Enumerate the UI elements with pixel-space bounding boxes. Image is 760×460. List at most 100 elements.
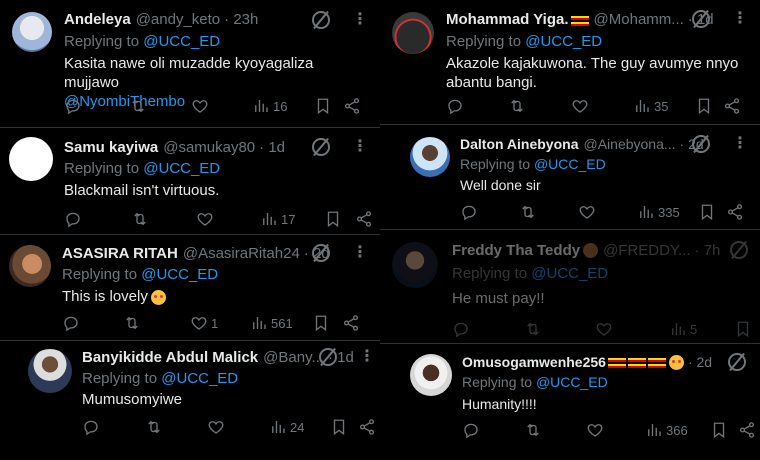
reply-tweet-mohammad-yiga[interactable]: Mohammad Yiga. @Mohamm... · 1d ⋮ Replyin… <box>380 0 760 124</box>
bookmark-button[interactable] <box>312 313 330 333</box>
share-button[interactable] <box>723 96 741 116</box>
share-button[interactable] <box>355 209 373 229</box>
replying-to-link[interactable]: @UCC_ED <box>536 374 608 390</box>
replying-to-link[interactable]: @UCC_ED <box>534 156 606 172</box>
author-handle[interactable]: @samukay80 <box>163 139 255 156</box>
replying-to-link[interactable]: @UCC_ED <box>143 160 220 177</box>
views-button[interactable]: 16 <box>252 96 287 116</box>
author-name[interactable]: Banyikidde Abdul Malick <box>82 349 258 366</box>
reply-tweet-omusogamwenhe256[interactable]: Omusogamwenhe256 · 2d Replying to @UCC_E… <box>398 344 760 460</box>
timestamp[interactable]: · 1d <box>259 139 285 156</box>
like-button[interactable] <box>595 319 616 339</box>
reply-tweet-asasira-ritah[interactable]: ASASIRA RITAH @AsasiraRitah24 · 2d ⋮ Rep… <box>0 235 380 340</box>
share-button[interactable] <box>343 96 361 116</box>
author-name[interactable]: Freddy Tha Teddy <box>452 242 580 259</box>
timestamp[interactable]: · 23h <box>224 11 258 28</box>
author-name[interactable]: Dalton Ainebyona <box>460 136 579 152</box>
like-button[interactable] <box>578 202 599 222</box>
reply-button[interactable] <box>460 202 481 222</box>
replying-to-link[interactable]: @UCC_ED <box>525 33 602 50</box>
grok-icon[interactable] <box>319 348 337 366</box>
bookmark-button[interactable] <box>314 96 332 116</box>
author-name[interactable]: Samu kayiwa <box>64 139 158 156</box>
like-button[interactable] <box>207 417 228 437</box>
views-button[interactable]: 335 <box>637 202 680 222</box>
share-button[interactable] <box>342 313 360 333</box>
reply-button[interactable] <box>82 417 103 437</box>
retweet-button[interactable] <box>145 417 166 437</box>
more-icon[interactable]: ⋮ <box>732 136 748 152</box>
avatar[interactable] <box>9 245 51 287</box>
author-name[interactable]: Omusogamwenhe256 <box>462 354 606 370</box>
reply-button[interactable] <box>64 96 85 116</box>
reply-tweet-dalton-ainebyona[interactable]: Dalton Ainebyona @Ainebyona... · 2d ⋮ Re… <box>398 125 760 229</box>
grok-icon[interactable] <box>312 11 330 29</box>
reply-button[interactable] <box>446 96 467 116</box>
views-button[interactable]: 35 <box>633 96 668 116</box>
author-name[interactable]: Mohammad Yiga. <box>446 11 569 28</box>
avatar[interactable] <box>28 349 72 393</box>
author-name[interactable]: ASASIRA RITAH <box>62 245 178 262</box>
avatar[interactable] <box>9 137 53 181</box>
author-handle[interactable]: @andy_keto <box>136 11 220 28</box>
views-button[interactable]: 24 <box>269 417 304 437</box>
replying-to-link[interactable]: @UCC_ED <box>161 370 238 387</box>
author-handle[interactable]: @Bany... <box>263 349 324 366</box>
like-button[interactable] <box>586 420 607 440</box>
views-button[interactable]: 561 <box>250 313 293 333</box>
bookmark-button[interactable] <box>695 96 713 116</box>
views-button[interactable]: 5 <box>669 319 697 339</box>
replying-to-link[interactable]: @UCC_ED <box>143 33 220 50</box>
bookmark-button[interactable] <box>710 420 728 440</box>
share-button[interactable] <box>726 202 744 222</box>
grok-icon[interactable] <box>730 241 748 259</box>
author-handle[interactable]: @Ainebyona... <box>584 136 676 152</box>
reply-tweet-banyikidde-abdul-malick[interactable]: Banyikidde Abdul Malick @Bany... · 1d ⋮ … <box>20 341 380 460</box>
more-icon[interactable]: ⋮ <box>732 11 748 27</box>
more-icon[interactable]: ⋮ <box>352 12 368 28</box>
like-button[interactable] <box>571 96 592 116</box>
retweet-button[interactable] <box>131 209 152 229</box>
replying-to-link[interactable]: @UCC_ED <box>531 265 608 282</box>
reply-tweet-freddy-tha-teddy[interactable]: Freddy Tha Teddy @FREDDY... · 7h Replyin… <box>380 230 760 343</box>
more-icon[interactable]: ⋮ <box>352 139 368 155</box>
retweet-button[interactable] <box>508 96 529 116</box>
avatar[interactable] <box>12 12 52 52</box>
retweet-button[interactable] <box>524 420 545 440</box>
reply-button[interactable] <box>452 319 473 339</box>
grok-icon[interactable] <box>728 353 746 371</box>
timestamp[interactable]: · 2d <box>688 354 712 370</box>
reply-tweet-samu-kayiwa[interactable]: Samu kayiwa @samukay80 · 1d ⋮ Replying t… <box>0 128 380 234</box>
views-button[interactable]: 17 <box>260 209 295 229</box>
replying-to-link[interactable]: @UCC_ED <box>141 266 218 283</box>
grok-icon[interactable] <box>692 10 710 28</box>
avatar[interactable] <box>392 12 434 54</box>
author-name[interactable]: Andeleya <box>64 11 131 28</box>
bookmark-button[interactable] <box>324 209 342 229</box>
retweet-button[interactable] <box>524 319 545 339</box>
reply-button[interactable] <box>62 313 83 333</box>
share-button[interactable] <box>738 420 756 440</box>
grok-icon[interactable] <box>312 244 330 262</box>
avatar[interactable] <box>410 354 452 396</box>
avatar[interactable] <box>410 137 450 177</box>
bookmark-button[interactable] <box>734 319 752 339</box>
share-button[interactable] <box>358 417 376 437</box>
avatar[interactable] <box>392 242 438 288</box>
author-handle[interactable]: @AsasiraRitah24 <box>183 245 300 262</box>
grok-icon[interactable] <box>312 138 330 156</box>
bookmark-button[interactable] <box>330 417 348 437</box>
more-icon[interactable]: ⋮ <box>352 245 368 261</box>
like-button[interactable] <box>196 209 217 229</box>
timestamp[interactable]: · 7h <box>695 242 721 259</box>
like-button[interactable]: 1 <box>190 313 218 333</box>
author-handle[interactable]: @Mohamm... <box>594 11 684 28</box>
reply-tweet-andeleya[interactable]: Andeleya @andy_keto · 23h ⋮ Replying to … <box>0 0 380 128</box>
like-button[interactable] <box>191 96 212 116</box>
retweet-button[interactable] <box>129 96 150 116</box>
retweet-button[interactable] <box>519 202 540 222</box>
author-handle[interactable]: @FREDDY... <box>603 242 690 259</box>
retweet-button[interactable] <box>123 313 144 333</box>
reply-button[interactable] <box>462 420 483 440</box>
views-button[interactable]: 366 <box>645 420 688 440</box>
